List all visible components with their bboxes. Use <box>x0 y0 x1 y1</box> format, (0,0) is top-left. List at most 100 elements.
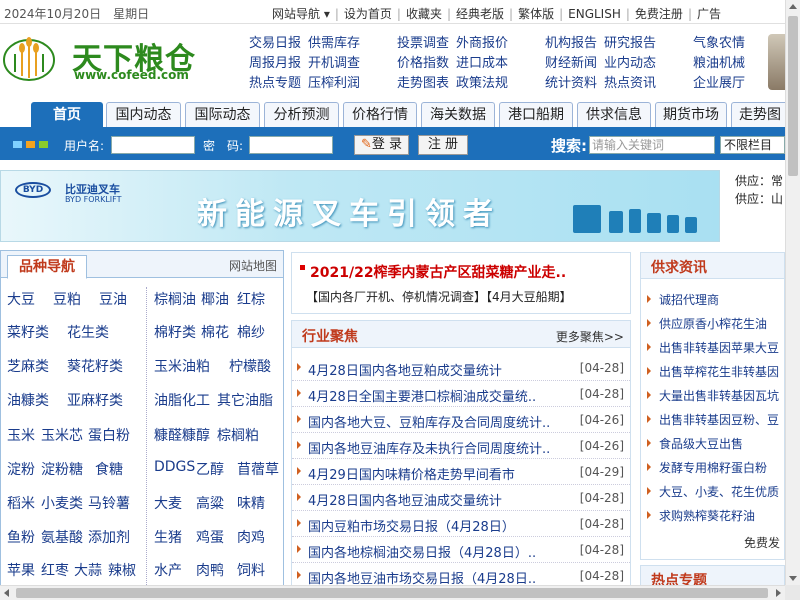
focus-item-title[interactable]: 4月29日国内味精价格走势早间看市 <box>308 464 558 483</box>
header-link[interactable]: 机构报告 <box>545 36 597 51</box>
nav-tab[interactable]: 期货市场 <box>655 102 727 127</box>
supply-item[interactable]: 大量出售非转基因瓦坑 <box>641 383 784 407</box>
variety-link[interactable]: 稻米 <box>7 493 35 513</box>
variety-link[interactable]: 大豆 <box>7 289 35 309</box>
supply-item-title[interactable]: 发酵专用棉籽蛋白粉 <box>659 459 767 476</box>
vertical-scrollbar[interactable] <box>785 0 800 585</box>
sitemap-link[interactable]: 网站地图 <box>229 257 277 274</box>
variety-link[interactable]: 菜籽类 <box>7 322 49 342</box>
variety-link[interactable]: 其它油脂 <box>217 390 273 410</box>
supply-item[interactable]: 发酵专用棉籽蛋白粉 <box>641 455 784 479</box>
focus-item[interactable]: 4月29日国内味精价格走势早间看市 [04-29] <box>292 459 630 485</box>
top-link[interactable]: 广告 <box>697 5 721 22</box>
header-link[interactable]: 供需库存 <box>308 36 360 51</box>
focus-item[interactable]: 4月28日国内各地豆油成交量统计 [04-28] <box>292 485 630 511</box>
top-link[interactable]: 设为首页 <box>344 5 392 22</box>
variety-link[interactable]: 肉鸡 <box>237 527 265 547</box>
nav-tab[interactable]: 海关数据 <box>421 102 495 127</box>
top-link[interactable]: 网站导航 ▾ <box>272 5 330 22</box>
variety-link[interactable]: 糠醛糠醇 <box>154 425 210 445</box>
variety-link[interactable]: 味精 <box>237 493 265 513</box>
variety-link[interactable]: 葵花籽类 <box>67 356 123 376</box>
nav-tab[interactable]: 价格行情 <box>343 102 417 127</box>
focus-item-title[interactable]: 4月28日国内各地豆油成交量统计 <box>308 490 558 509</box>
variety-link[interactable]: 柠檬酸 <box>229 356 271 376</box>
header-link[interactable]: 交易日报 <box>249 36 301 51</box>
variety-link[interactable]: 蛋白粉 <box>88 425 130 445</box>
header-link[interactable]: 企业展厅 <box>693 76 745 91</box>
focus-item[interactable]: 4月28日全国主要港口棕榈油成交量统.. [04-28] <box>292 381 630 407</box>
variety-link[interactable]: 棕榈粕 <box>217 425 259 445</box>
supply-item-title[interactable]: 大量出售非转基因瓦坑 <box>659 387 779 404</box>
variety-link[interactable]: 鸡蛋 <box>196 527 224 547</box>
supply-item-title[interactable]: 求购熟榨葵花籽油 <box>659 507 755 524</box>
focus-item[interactable]: 国内豆粕市场交易日报（4月28日） [04-28] <box>292 511 630 537</box>
variety-link[interactable]: 食糖 <box>95 459 123 479</box>
variety-link[interactable]: 红棕 <box>237 289 265 309</box>
hot-headline[interactable]: 2021/22榨季内蒙古产区甜菜糖产业走.. <box>310 262 566 282</box>
supply-item-title[interactable]: 出售非转基因苹果大豆 <box>659 339 779 356</box>
header-link[interactable]: 进口成本 <box>456 56 508 71</box>
supply-item[interactable]: 食品级大豆出售 <box>641 431 784 455</box>
header-link[interactable]: 统计资料 <box>545 76 597 91</box>
header-link[interactable]: 压榨利润 <box>308 76 360 91</box>
supply-more-link[interactable]: 免费发 <box>744 534 780 551</box>
variety-link[interactable]: 鱼粉 <box>7 527 35 547</box>
nav-tab[interactable]: 分析预测 <box>264 102 339 127</box>
variety-link[interactable]: 苜蓿草 <box>237 459 279 479</box>
variety-link[interactable]: 花生类 <box>67 322 109 342</box>
supply-item-title[interactable]: 诚招代理商 <box>659 291 719 308</box>
variety-link[interactable]: 饲料 <box>237 560 265 580</box>
search-scope-select[interactable]: 不限栏目 <box>720 136 785 154</box>
search-input[interactable]: 请输入关键词 <box>589 136 715 154</box>
variety-link[interactable]: 油糠类 <box>7 390 49 410</box>
focus-more-link[interactable]: 更多聚焦>> <box>556 328 624 345</box>
theme-green-icon[interactable] <box>39 141 48 148</box>
supply-item-title[interactable]: 出售非转基因豆粉、豆 <box>659 411 779 428</box>
header-link[interactable]: 外商报价 <box>456 36 508 51</box>
variety-link[interactable]: 苹果 <box>7 560 35 580</box>
focus-item-title[interactable]: 国内各地棕榈油交易日报（4月28日）.. <box>308 542 558 561</box>
header-link[interactable]: 粮油机械 <box>693 56 745 71</box>
header-link[interactable]: 财经新闻 <box>545 56 597 71</box>
variety-link[interactable]: 水产 <box>154 560 182 580</box>
header-link[interactable]: 开机调查 <box>308 56 360 71</box>
supply-item[interactable]: 出售非转基因苹果大豆 <box>641 335 784 359</box>
variety-link[interactable]: 棉籽类 <box>154 322 196 342</box>
top-link[interactable]: 收藏夹 <box>406 5 442 22</box>
top-link[interactable]: 免费注册 <box>635 5 683 22</box>
theme-blue-icon[interactable] <box>13 141 22 148</box>
variety-link[interactable]: 小麦类 <box>41 493 83 513</box>
variety-link[interactable]: 棉纱 <box>237 322 265 342</box>
variety-link[interactable]: 红枣 <box>41 560 69 580</box>
horizontal-scrollbar[interactable] <box>0 585 785 600</box>
focus-item-title[interactable]: 4月28日国内各地豆粕成交量统计 <box>308 360 558 379</box>
header-link[interactable]: 业内动态 <box>604 56 656 71</box>
variety-link[interactable]: 高粱 <box>196 493 224 513</box>
supply-item[interactable]: 出售非转基因豆粉、豆 <box>641 407 784 431</box>
register-button[interactable]: 注 册 <box>418 135 468 155</box>
nav-tab[interactable]: 国际动态 <box>185 102 260 127</box>
ad-banner[interactable]: BYD 比亚迪叉车 BYD FORKLIFT 新能源叉车引领者 <box>0 170 720 242</box>
supply-item[interactable]: 诚招代理商 <box>641 287 784 311</box>
scroll-left-icon[interactable] <box>4 589 9 597</box>
variety-link[interactable]: 豆粕 <box>53 289 81 309</box>
variety-link[interactable]: 芝麻类 <box>7 356 49 376</box>
variety-link[interactable]: 淀粉糖 <box>41 459 83 479</box>
top-link[interactable]: 繁体版 <box>518 5 554 22</box>
nav-tab[interactable]: 走势图 <box>731 102 789 127</box>
header-link[interactable]: 气象农情 <box>693 36 745 51</box>
supply-item[interactable]: 求购熟榨葵花籽油 <box>641 503 784 527</box>
supply-item-title[interactable]: 出售苹榨花生非转基因 <box>659 363 779 380</box>
theme-orange-icon[interactable] <box>26 141 35 148</box>
login-button[interactable]: ✎登 录 <box>354 135 409 155</box>
scroll-right-icon[interactable] <box>776 589 781 597</box>
header-link[interactable]: 走势图表 <box>397 76 449 91</box>
variety-link[interactable]: 淀粉 <box>7 459 35 479</box>
supply-ticker-item[interactable]: 供应：常 <box>735 172 783 190</box>
scroll-up-icon[interactable] <box>789 4 797 9</box>
variety-link[interactable]: 亚麻籽类 <box>67 390 123 410</box>
variety-link[interactable]: 棉花 <box>201 322 229 342</box>
header-link[interactable]: 热点资讯 <box>604 76 656 91</box>
header-link[interactable]: 价格指数 <box>397 56 449 71</box>
